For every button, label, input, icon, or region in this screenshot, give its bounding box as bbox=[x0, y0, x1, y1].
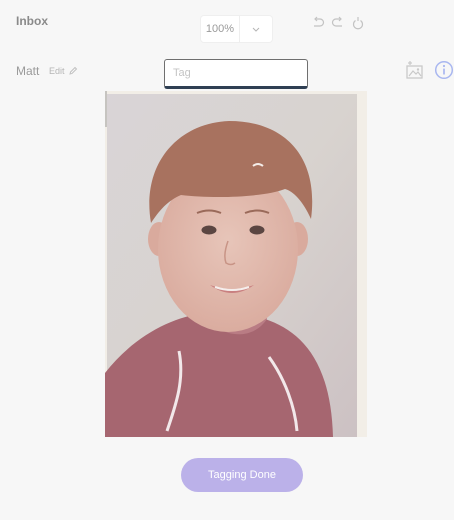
tag-input[interactable] bbox=[164, 59, 308, 89]
tagging-done-button[interactable]: Tagging Done bbox=[181, 458, 303, 492]
zoom-control[interactable]: 100% bbox=[201, 16, 272, 42]
page-title: Inbox bbox=[16, 14, 48, 28]
rotate-icon[interactable] bbox=[351, 16, 365, 30]
edit-name-link[interactable]: Edit bbox=[49, 66, 78, 76]
chevron-down-icon[interactable] bbox=[239, 16, 272, 42]
edit-label[interactable]: Edit bbox=[49, 66, 65, 76]
undo-icon[interactable] bbox=[311, 16, 325, 30]
zoom-value[interactable]: 100% bbox=[201, 16, 239, 42]
info-icon[interactable] bbox=[434, 60, 454, 80]
portrait-photo bbox=[105, 91, 367, 437]
redo-icon[interactable] bbox=[331, 16, 345, 30]
pencil-icon[interactable] bbox=[68, 66, 78, 76]
add-photo-icon[interactable] bbox=[405, 60, 425, 80]
subject-name: Matt bbox=[16, 64, 40, 78]
